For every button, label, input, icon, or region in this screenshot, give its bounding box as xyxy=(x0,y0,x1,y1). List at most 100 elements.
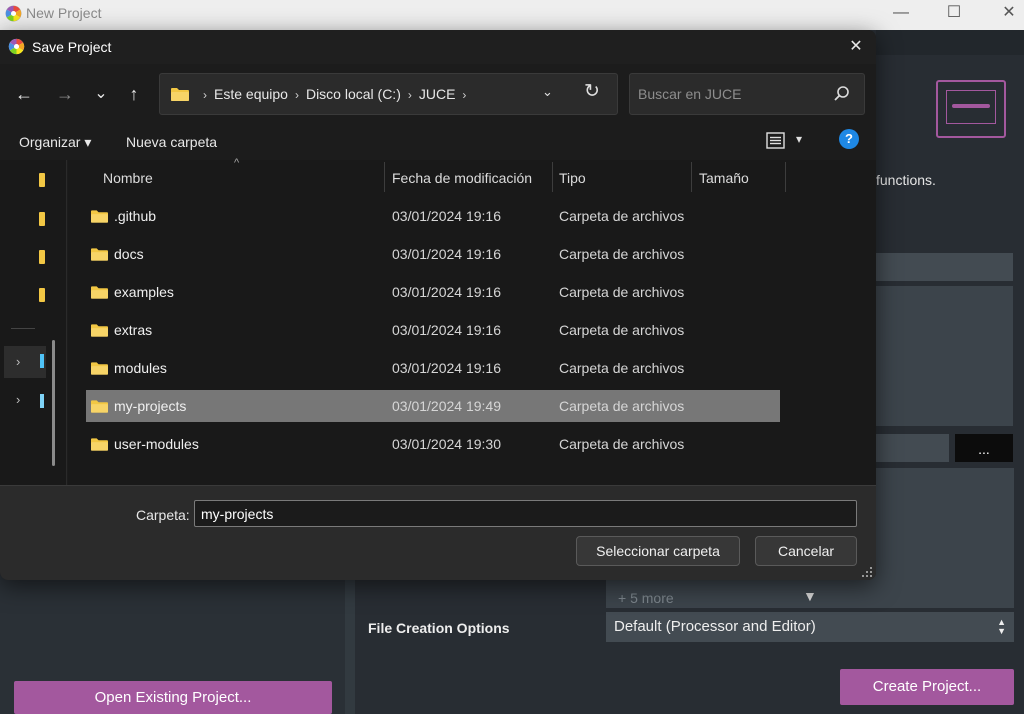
resize-grip-icon[interactable] xyxy=(861,566,873,578)
file-type: Carpeta de archivos xyxy=(559,360,685,376)
cancel-button[interactable]: Cancelar xyxy=(755,536,857,566)
create-project-button[interactable]: Create Project... xyxy=(840,669,1014,705)
folder-icon xyxy=(91,210,108,223)
dialog-titlebar: Save Project ✕ xyxy=(0,30,876,64)
nav-pane-item-this-pc[interactable]: › xyxy=(4,346,46,378)
file-row[interactable]: extras 03/01/2024 19:16 Carpeta de archi… xyxy=(86,314,780,346)
network-icon xyxy=(40,394,44,408)
breadcrumb-separator: › xyxy=(203,88,207,102)
expand-modules-icon[interactable]: ▼ xyxy=(803,588,817,604)
new-folder-button[interactable]: Nueva carpeta xyxy=(126,134,217,150)
file-modified: 03/01/2024 19:16 xyxy=(392,360,501,376)
folder-label: Carpeta: xyxy=(136,507,190,523)
quick-access-folder-icon[interactable] xyxy=(39,250,45,264)
up-arrow-icon[interactable]: ↑ xyxy=(120,80,148,108)
column-divider[interactable] xyxy=(785,162,786,192)
breadcrumb-separator[interactable]: › xyxy=(408,88,412,102)
dialog-footer: Carpeta: Seleccionar carpeta Cancelar xyxy=(0,485,876,580)
search-icon[interactable] xyxy=(833,85,851,103)
help-button[interactable]: ? xyxy=(839,129,859,149)
search-input[interactable] xyxy=(638,84,818,104)
navigation-bar: ← → ⌄ ↑ › Este equipo › Disco local (C:) › JU… xyxy=(0,64,876,122)
address-bar[interactable]: › Este equipo › Disco local (C:) › JUCE › ⌄ ↻ xyxy=(159,73,618,115)
file-row[interactable]: user-modules 03/01/2024 19:30 Carpeta de… xyxy=(86,428,780,460)
juce-logo-icon xyxy=(8,38,25,55)
folder-icon xyxy=(91,324,108,337)
file-creation-select[interactable]: Default (Processor and Editor) ▲ ▼ xyxy=(606,612,1014,642)
template-icon xyxy=(936,80,1006,138)
browse-button[interactable]: ... xyxy=(955,434,1013,462)
file-name: modules xyxy=(114,360,167,376)
breadcrumb-item-este-equipo[interactable]: Este equipo xyxy=(214,86,288,102)
column-header-name[interactable]: Nombre xyxy=(103,170,153,186)
file-type: Carpeta de archivos xyxy=(559,246,685,262)
folder-icon xyxy=(91,248,108,261)
dialog-toolbar: Organizar ▾ Nueva carpeta ▾ ? xyxy=(0,122,876,160)
file-row[interactable]: docs 03/01/2024 19:16 Carpeta de archivo… xyxy=(86,238,780,270)
file-creation-value: Default (Processor and Editor) xyxy=(614,618,816,635)
module-list xyxy=(876,286,1013,426)
background-titlebar: New Project — ☐ ✕ xyxy=(0,0,1024,30)
more-modules-label[interactable]: + 5 more xyxy=(618,590,674,606)
file-row-selected[interactable]: my-projects 03/01/2024 19:49 Carpeta de … xyxy=(86,390,780,422)
details-view-icon xyxy=(766,132,785,149)
folder-icon xyxy=(171,88,189,101)
column-divider[interactable] xyxy=(552,162,553,192)
organize-button[interactable]: Organizar ▾ xyxy=(19,134,91,151)
file-type: Carpeta de archivos xyxy=(559,436,685,452)
column-header-type[interactable]: Tipo xyxy=(559,170,586,186)
back-arrow-icon[interactable]: ← xyxy=(10,80,38,108)
select-folder-button[interactable]: Seleccionar carpeta xyxy=(576,536,740,566)
column-header-modified[interactable]: Fecha de modificación xyxy=(392,170,532,186)
maximize-button[interactable]: ☐ xyxy=(931,0,977,30)
breadcrumb-item-disco-local[interactable]: Disco local (C:) xyxy=(306,86,401,102)
forward-arrow-icon[interactable]: → xyxy=(51,80,79,108)
expand-chevron-icon[interactable]: › xyxy=(16,392,20,407)
expand-chevron-icon[interactable]: › xyxy=(16,354,20,369)
path-field[interactable] xyxy=(876,434,949,462)
file-row[interactable]: .github 03/01/2024 19:16 Carpeta de arch… xyxy=(86,200,780,232)
select-arrows-icon: ▲ ▼ xyxy=(997,617,1006,636)
breadcrumb-separator[interactable]: › xyxy=(462,88,466,102)
file-name: .github xyxy=(114,208,157,224)
address-dropdown-icon[interactable]: ⌄ xyxy=(542,84,553,100)
pc-icon xyxy=(40,354,44,368)
sort-ascending-icon: ^ xyxy=(234,157,240,169)
folder-name-input[interactable] xyxy=(194,500,857,527)
view-options-button[interactable]: ▾ xyxy=(766,130,810,152)
breadcrumb-separator[interactable]: › xyxy=(295,88,299,102)
nav-pane-scrollbar[interactable] xyxy=(52,340,55,466)
open-existing-project-button[interactable]: Open Existing Project... xyxy=(14,681,332,714)
file-creation-label: File Creation Options xyxy=(368,620,510,636)
search-box[interactable] xyxy=(629,73,865,115)
refresh-icon[interactable]: ↻ xyxy=(584,80,600,103)
column-divider[interactable] xyxy=(384,162,385,192)
view-caret-icon: ▾ xyxy=(796,132,803,146)
column-header-size[interactable]: Tamaño xyxy=(699,170,749,186)
file-type: Carpeta de archivos xyxy=(559,208,685,224)
file-row[interactable]: modules 03/01/2024 19:16 Carpeta de arch… xyxy=(86,352,780,384)
column-divider[interactable] xyxy=(691,162,692,192)
folder-icon xyxy=(91,286,108,299)
file-type: Carpeta de archivos xyxy=(559,284,685,300)
quick-access-folder-icon[interactable] xyxy=(39,212,45,226)
tab-strip xyxy=(876,30,1024,55)
file-type: Carpeta de archivos xyxy=(559,398,685,414)
file-modified: 03/01/2024 19:16 xyxy=(392,246,501,262)
folder-icon xyxy=(91,438,108,451)
recent-locations-icon[interactable]: ⌄ xyxy=(87,80,115,108)
breadcrumb-item-juce[interactable]: JUCE xyxy=(419,86,456,102)
quick-access-folder-icon[interactable] xyxy=(39,173,45,187)
file-list: ^ Nombre Fecha de modificación Tipo Tama… xyxy=(68,157,876,485)
minimize-button[interactable]: — xyxy=(878,0,924,30)
file-type: Carpeta de archivos xyxy=(559,322,685,338)
file-modified: 03/01/2024 19:16 xyxy=(392,322,501,338)
breadcrumb: › Este equipo › Disco local (C:) › JUCE › xyxy=(196,86,473,102)
navigation-pane: › › xyxy=(0,160,67,485)
file-name: my-projects xyxy=(114,398,187,414)
dialog-close-button[interactable]: ✕ xyxy=(842,35,870,59)
quick-access-folder-icon[interactable] xyxy=(39,288,45,302)
window-close-button[interactable]: ✕ xyxy=(986,0,1024,30)
project-name-field[interactable] xyxy=(876,253,1013,281)
file-row[interactable]: examples 03/01/2024 19:16 Carpeta de arc… xyxy=(86,276,780,308)
